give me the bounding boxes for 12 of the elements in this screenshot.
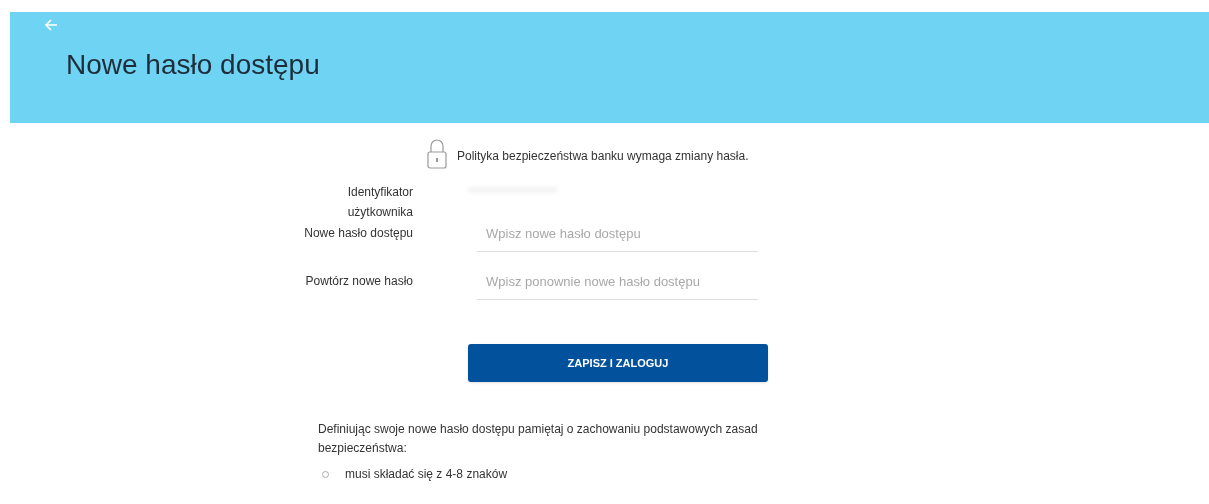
password-field[interactable]: Wpisz ponownie nowe hasło dostępu <box>477 270 758 300</box>
rules-intro: Definiując swoje nowe hasło dostępu pamiętaj o zachowaniu podstawowych zasad bezpieczeństwa: <box>318 421 759 457</box>
password-field[interactable]: Wpisz nowe hasło dostępu <box>477 222 758 252</box>
field-label: Identyfikator użytkownika <box>346 184 413 221</box>
page-title: Nowe hasło dostępu <box>66 48 320 82</box>
field-label: Nowe hasło dostępu <box>303 225 413 242</box>
field-label: Powtórz nowe hasło <box>304 273 413 290</box>
rule-item: musi składać się z 4-8 znaków <box>345 466 508 483</box>
save-and-login-button[interactable]: ZAPISZ I ZALOGUJ <box>468 344 768 382</box>
padlock-icon <box>427 138 447 169</box>
back-arrow-icon[interactable] <box>44 18 58 32</box>
notice-text: Polityka bezpieczeństwa banku wymaga zmiany hasła. <box>457 147 749 165</box>
